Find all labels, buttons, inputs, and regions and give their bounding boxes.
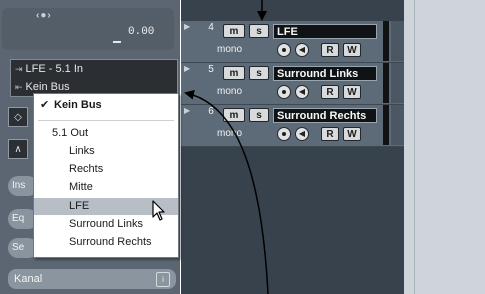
annotation-arrows bbox=[184, 0, 269, 294]
callout-arrow-curved bbox=[184, 89, 269, 294]
